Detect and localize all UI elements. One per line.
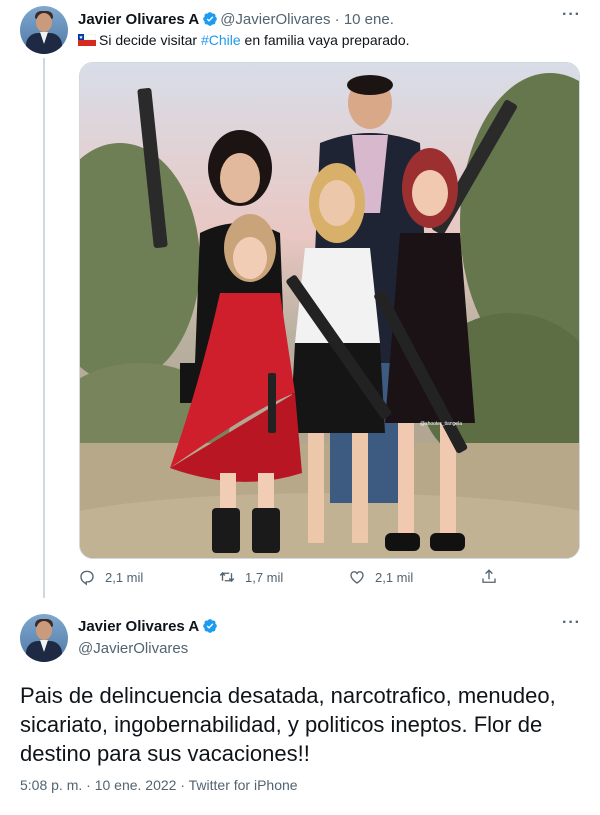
display-name[interactable]: Javier Olivares A — [78, 11, 199, 28]
avatar[interactable] — [20, 6, 68, 54]
handle[interactable]: @JavierOlivares — [220, 11, 330, 28]
tweet-date[interactable]: 10 ene. — [344, 11, 394, 28]
display-name[interactable]: Javier Olivares A — [78, 618, 199, 635]
avatar[interactable] — [20, 614, 68, 662]
like-icon — [350, 571, 364, 584]
verified-badge-icon — [203, 619, 218, 633]
tweet-photo[interactable]: @shooter_tiangela — [79, 62, 580, 559]
tweet-text-part: Si decide visitar — [99, 32, 201, 48]
share-button[interactable] — [480, 568, 507, 586]
reply-count: 2,1 mil — [105, 569, 144, 585]
reply-tweet-header: Javier Olivares A @JavierOlivares · 10 en… — [78, 10, 394, 30]
reply-button[interactable]: 2,1 mil — [78, 568, 143, 586]
more-options-icon[interactable]: ··· — [562, 6, 581, 24]
retweet-count: 1,7 mil — [245, 569, 284, 585]
photo-watermark: @shooter_tiangela — [420, 421, 462, 427]
retweet-button[interactable]: 1,7 mil — [218, 568, 283, 586]
main-tweet-text: Pais de delincuencia desatada, narcotraf… — [20, 683, 556, 766]
separator: · — [334, 11, 340, 28]
like-count: 2,1 mil — [375, 569, 414, 585]
more-options-icon[interactable]: ··· — [562, 614, 581, 632]
retweet-icon — [219, 571, 235, 583]
verified-badge-icon — [203, 12, 218, 26]
tweet-timestamp[interactable]: 5:08 p. m. · 10 ene. 2022 · Twitter for … — [20, 777, 298, 793]
share-icon — [482, 569, 496, 583]
tweet-text-part: en familia vaya preparado. — [240, 32, 410, 48]
tweet-actions: 2,1 mil 1,7 mil 2,1 mil — [78, 568, 508, 590]
chile-flag-icon — [78, 34, 96, 46]
main-tweet-author: Javier Olivares A — [78, 617, 220, 637]
like-button[interactable]: 2,1 mil — [348, 568, 413, 586]
handle[interactable]: @JavierOlivares — [78, 639, 188, 659]
hashtag-link[interactable]: #Chile — [201, 32, 241, 48]
reply-icon — [80, 570, 94, 586]
thread-connector-line — [43, 58, 45, 598]
reply-tweet-text: Si decide visitar #Chile en familia vaya… — [78, 31, 410, 49]
